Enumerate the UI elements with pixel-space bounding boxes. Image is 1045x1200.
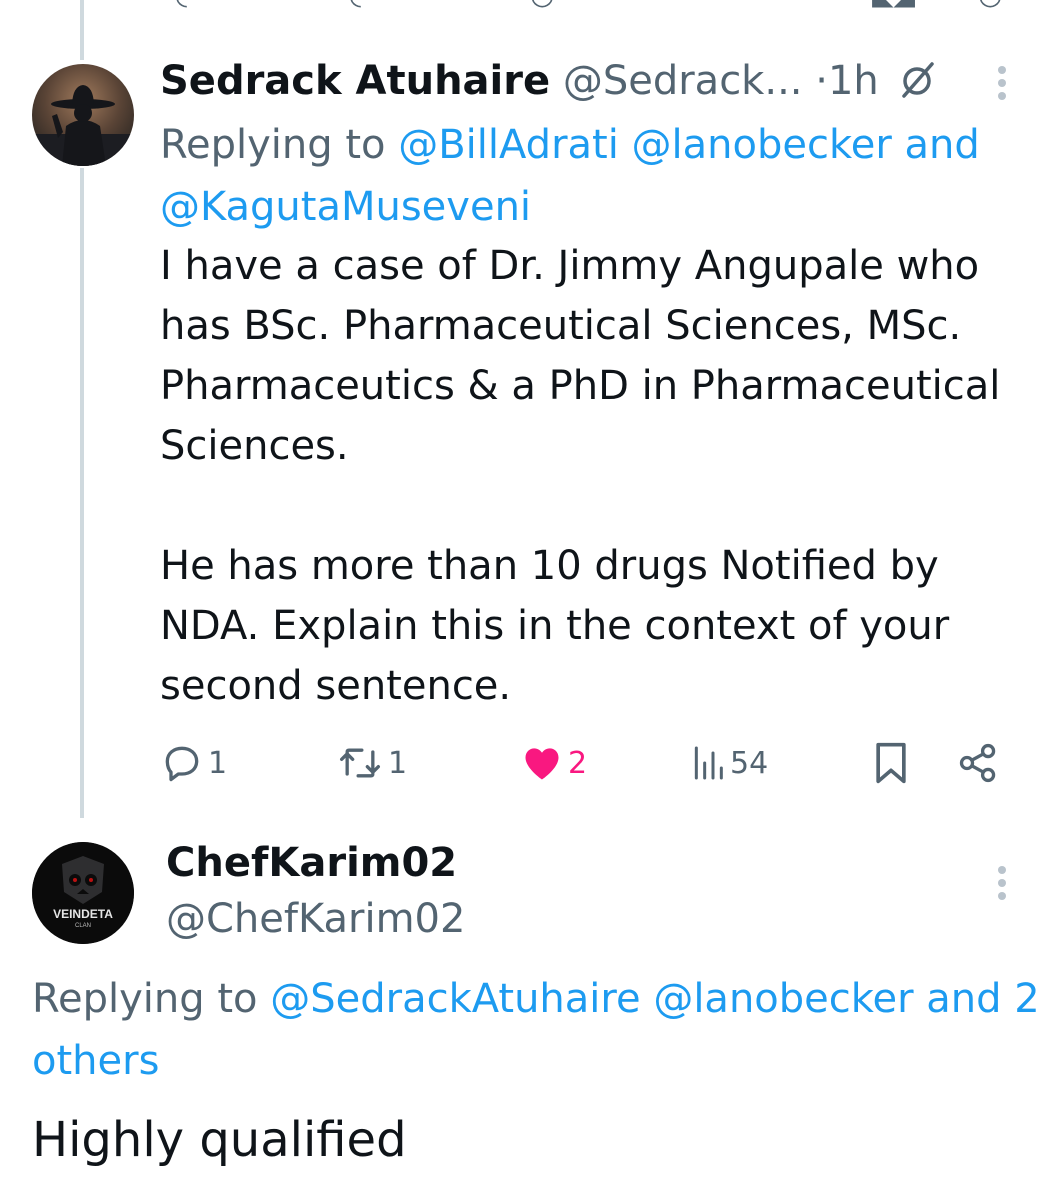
grok-icon[interactable] <box>900 60 936 100</box>
previous-tweet-actions: ◟ ◟ ◡ ╹╹╹ ◣◢ ◡ <box>0 0 1045 11</box>
replying-to-label: Replying to <box>32 976 258 1022</box>
avatar-photo <box>32 85 134 166</box>
reply-icon <box>165 746 199 782</box>
user-handle[interactable]: @ChefKarim02 <box>166 894 465 944</box>
tweet-text: I have a case of Dr. Jimmy Angupale who … <box>160 236 1030 716</box>
views-icon <box>694 746 723 780</box>
tweet-paragraph: I have a case of Dr. Jimmy Angupale who … <box>160 243 1001 469</box>
repost-button[interactable]: 1 <box>336 738 407 788</box>
avatar[interactable]: VEINDETA CLAN <box>32 842 134 944</box>
display-name[interactable]: ChefKarim02 <box>166 838 457 888</box>
reply-icon[interactable]: ◟ <box>176 0 187 11</box>
replying-to-label: Replying to <box>160 122 386 168</box>
timestamp[interactable]: 1h <box>828 58 879 104</box>
tweet-paragraph: He has more than 10 drugs Notified by ND… <box>160 543 950 709</box>
bookmark-icon[interactable]: ◣◢ <box>872 0 915 11</box>
share-icon[interactable]: ◡ <box>978 0 1002 11</box>
display-name[interactable]: Sedrack Atuhaire <box>160 58 550 104</box>
like-button[interactable]: 2 <box>520 738 587 788</box>
mention-link[interactable]: @KagutaMuseveni <box>160 184 531 230</box>
thread-connector-top <box>80 0 84 60</box>
reply-count: 1 <box>208 745 228 781</box>
tweet-actions: 1 1 2 54 <box>160 738 1020 788</box>
tweet-header: Sedrack Atuhaire @Sedrack... ·1h <box>160 56 879 106</box>
more-options-icon[interactable] <box>992 66 1012 106</box>
share-button[interactable] <box>956 738 1000 788</box>
separator-dot: · <box>815 58 828 104</box>
repost-icon <box>340 748 380 778</box>
user-handle[interactable]: @Sedrack... <box>563 58 803 104</box>
avatar-logo: VEINDETA CLAN <box>32 842 134 944</box>
thread-connector <box>80 168 84 818</box>
and-others-link[interactable]: and <box>905 122 980 168</box>
mention-link[interactable]: @lanobecker <box>653 976 913 1022</box>
views-icon[interactable]: ╹╹╹ <box>690 0 741 11</box>
share-icon <box>959 743 996 783</box>
reply-button[interactable]: 1 <box>160 738 227 788</box>
views-button[interactable]: 54 <box>690 738 768 788</box>
avatar-subtext: CLAN <box>75 923 91 929</box>
like-count: 2 <box>568 745 588 781</box>
heart-filled-icon <box>525 748 559 780</box>
repost-count: 1 <box>388 745 408 781</box>
bookmark-icon <box>876 742 906 784</box>
replying-to: Replying to @SedrackAtuhaire @lanobecker… <box>32 968 1045 1092</box>
more-options-icon[interactable] <box>992 866 1012 906</box>
view-count: 54 <box>730 745 769 781</box>
repost-icon[interactable]: ◟ <box>350 0 361 11</box>
like-icon[interactable]: ◡ <box>530 0 554 11</box>
replying-to: Replying to @BillAdrati @lanobecker and … <box>160 114 1020 238</box>
tweet-text: Highly qualified <box>32 1112 407 1168</box>
bookmark-button[interactable] <box>872 738 910 788</box>
avatar[interactable] <box>32 64 134 166</box>
avatar-text: VEINDETA <box>53 907 113 921</box>
mention-link[interactable]: @BillAdrati <box>398 122 619 168</box>
mention-link[interactable]: @SedrackAtuhaire <box>270 976 640 1022</box>
mention-link[interactable]: @lanobecker <box>632 122 892 168</box>
